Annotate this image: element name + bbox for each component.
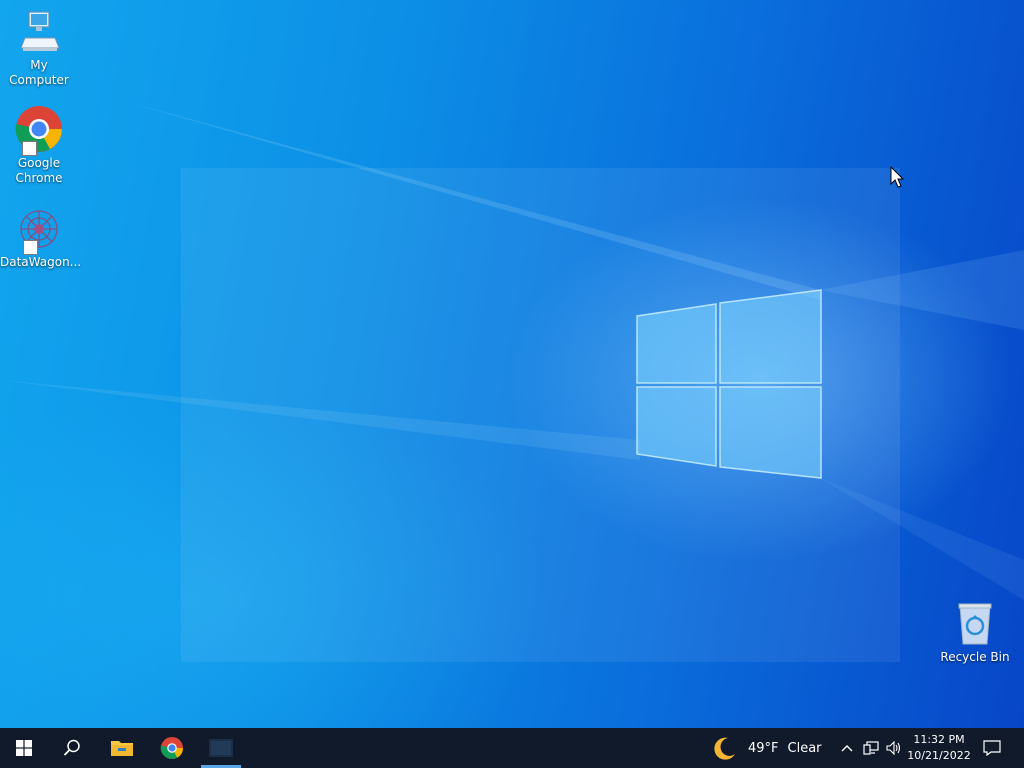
clock[interactable]: 11:32 PM 10/21/2022 xyxy=(903,732,975,764)
file-explorer-icon xyxy=(111,741,133,756)
desktop-icon-recycle-bin[interactable]: Recycle Bin xyxy=(936,600,1014,665)
taskbar-file-explorer[interactable] xyxy=(98,728,146,768)
weather-temperature: 49°F xyxy=(748,740,779,756)
computer-icon xyxy=(15,8,63,56)
weather-condition: Clear xyxy=(787,740,822,756)
desktop-icon-datawagon[interactable]: DataWagon... xyxy=(0,205,82,270)
search-button[interactable] xyxy=(48,728,96,768)
taskbar: 49°F Clear 11:32 PM 10/21/2022 xyxy=(0,728,1024,768)
notification-center-button[interactable] xyxy=(978,728,1006,768)
network-icon xyxy=(863,741,879,755)
shortcut-arrow-icon xyxy=(23,240,38,255)
volume-icon xyxy=(886,741,901,755)
network-button[interactable] xyxy=(860,728,882,768)
taskbar-running-app[interactable] xyxy=(198,728,244,768)
windows-logo-icon xyxy=(16,740,32,756)
clock-date: 10/21/2022 xyxy=(907,749,971,762)
desktop-icon-label: My Computer xyxy=(9,58,69,87)
chrome-icon xyxy=(14,104,64,156)
desktop-icon-google-chrome[interactable]: Google Chrome xyxy=(0,104,78,186)
moon-icon xyxy=(714,737,735,760)
app-icon xyxy=(209,739,233,757)
chevron-up-icon xyxy=(841,745,853,752)
taskbar-chrome[interactable] xyxy=(148,728,196,768)
weather-widget[interactable]: 49°F Clear xyxy=(712,728,824,768)
windows-logo-wallpaper xyxy=(0,100,1024,600)
desktop-icon-label: Recycle Bin xyxy=(940,650,1010,664)
shortcut-arrow-icon xyxy=(22,141,37,156)
chrome-icon xyxy=(160,736,184,760)
notification-icon xyxy=(983,740,1001,756)
desktop-icon-label: DataWagon... xyxy=(0,255,82,269)
mouse-cursor-icon xyxy=(890,166,904,188)
volume-button[interactable] xyxy=(883,728,905,768)
search-icon xyxy=(63,739,80,756)
clock-time: 11:32 PM xyxy=(913,733,965,746)
desktop-icon-label: Google Chrome xyxy=(15,156,63,185)
recycle-bin-icon xyxy=(951,600,999,648)
desktop[interactable]: My Computer Google Chrome DataWagon... R… xyxy=(0,0,1024,728)
desktop-icon-my-computer[interactable]: My Computer xyxy=(0,8,78,88)
show-hidden-icons-button[interactable] xyxy=(836,728,858,768)
start-button[interactable] xyxy=(0,728,48,768)
datawagon-icon xyxy=(15,205,63,255)
